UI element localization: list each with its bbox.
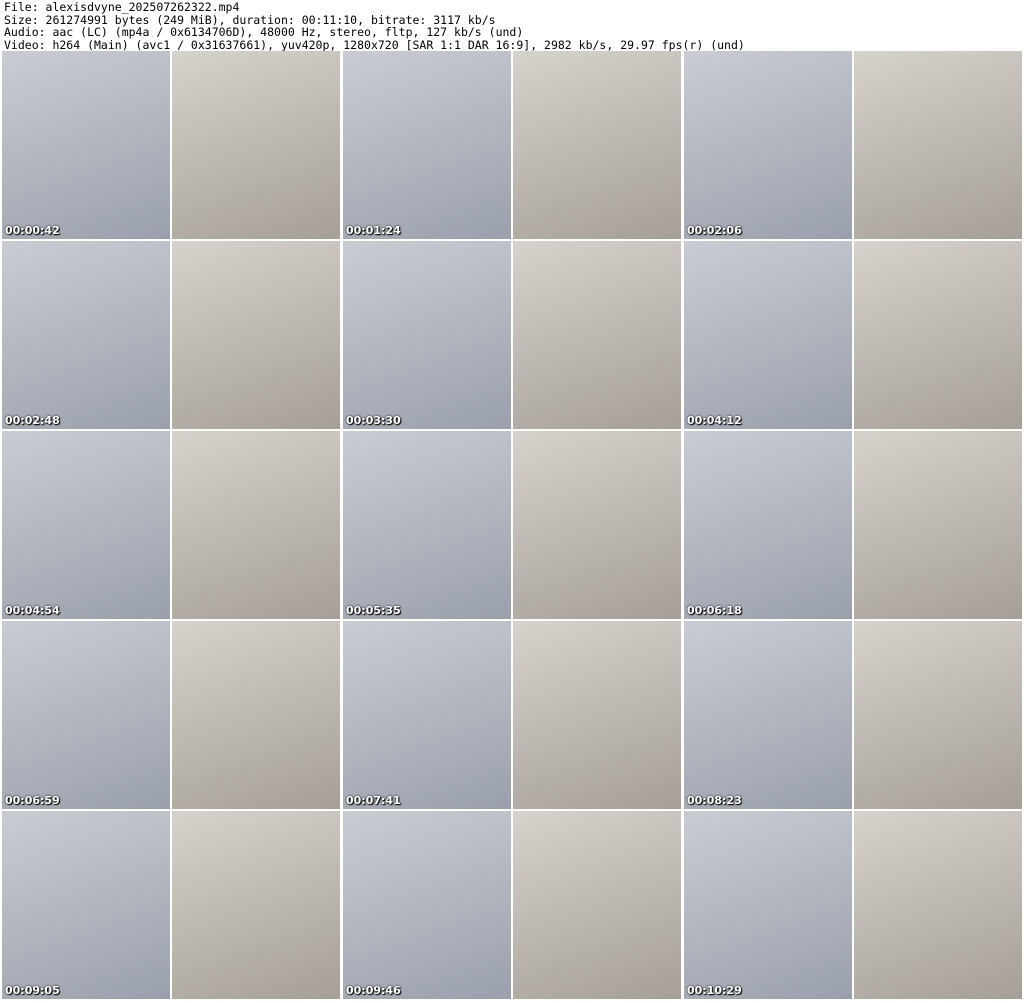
video-info: Video: h264 (Main) (avc1 / 0x31637661), … <box>4 37 745 52</box>
thumbnail-frame: 00:04:54 <box>2 431 340 619</box>
timestamp: 00:01:24 <box>346 224 401 237</box>
timestamp: 00:06:18 <box>687 604 742 617</box>
frame-placeholder <box>513 51 681 239</box>
frame-placeholder <box>172 431 340 619</box>
thumbnail-frame: 00:03:30 <box>343 241 681 429</box>
audio-info: Audio: aac (LC) (mp4a / 0x6134706D), 480… <box>4 25 524 39</box>
file-info-header: File: alexisdvyne_202507262322.mp4 Size:… <box>0 0 1024 51</box>
frame-placeholder <box>2 51 170 239</box>
thumbnail-frame: 00:02:48 <box>2 241 340 429</box>
frame-placeholder <box>854 811 1022 999</box>
thumbnail-frame: 00:08:23 <box>684 621 1022 809</box>
timestamp: 00:09:46 <box>346 984 401 997</box>
frame-placeholder <box>2 811 170 999</box>
frame-placeholder <box>343 621 511 809</box>
thumbnail-frame: 00:09:05 <box>2 811 340 999</box>
frame-placeholder <box>513 241 681 429</box>
timestamp: 00:02:06 <box>687 224 742 237</box>
thumbnail-frame: 00:04:12 <box>684 241 1022 429</box>
thumbnail-frame: 00:02:06 <box>684 51 1022 239</box>
timestamp: 00:10:29 <box>687 984 742 997</box>
frame-placeholder <box>172 811 340 999</box>
frame-placeholder <box>343 811 511 999</box>
frame-placeholder <box>684 51 852 239</box>
timestamp: 00:04:12 <box>687 414 742 427</box>
frame-placeholder <box>854 51 1022 239</box>
frame-placeholder <box>172 241 340 429</box>
thumbnail-frame: 00:07:41 <box>343 621 681 809</box>
file-name: File: alexisdvyne_202507262322.mp4 <box>4 0 240 14</box>
frame-placeholder <box>172 51 340 239</box>
frame-placeholder <box>2 241 170 429</box>
frame-placeholder <box>513 621 681 809</box>
frame-placeholder <box>854 241 1022 429</box>
timestamp: 00:06:59 <box>5 794 60 807</box>
timestamp: 00:02:48 <box>5 414 60 427</box>
thumbnail-grid: 00:00:42 00:01:24 00:02:06 00:02:48 00:03:30… <box>0 51 1024 999</box>
frame-placeholder <box>2 621 170 809</box>
timestamp: 00:08:23 <box>687 794 742 807</box>
thumbnail-frame: 00:06:59 <box>2 621 340 809</box>
timestamp: 00:07:41 <box>346 794 401 807</box>
frame-placeholder <box>172 621 340 809</box>
frame-placeholder <box>513 431 681 619</box>
timestamp: 00:00:42 <box>5 224 60 237</box>
frame-placeholder <box>684 621 852 809</box>
thumbnail-frame: 00:05:35 <box>343 431 681 619</box>
frame-placeholder <box>684 431 852 619</box>
thumbnail-frame: 00:06:18 <box>684 431 1022 619</box>
frame-placeholder <box>2 431 170 619</box>
frame-placeholder <box>343 51 511 239</box>
timestamp: 00:09:05 <box>5 984 60 997</box>
thumbnail-frame: 00:10:29 <box>684 811 1022 999</box>
timestamp: 00:03:30 <box>346 414 401 427</box>
timestamp: 00:04:54 <box>5 604 60 617</box>
frame-placeholder <box>343 241 511 429</box>
frame-placeholder <box>684 241 852 429</box>
frame-placeholder <box>343 431 511 619</box>
frame-placeholder <box>684 811 852 999</box>
timestamp: 00:05:35 <box>346 604 401 617</box>
thumbnail-frame: 00:01:24 <box>343 51 681 239</box>
thumbnail-frame: 00:00:42 <box>2 51 340 239</box>
frame-placeholder <box>513 811 681 999</box>
frame-placeholder <box>854 431 1022 619</box>
thumbnail-frame: 00:09:46 <box>343 811 681 999</box>
frame-placeholder <box>854 621 1022 809</box>
